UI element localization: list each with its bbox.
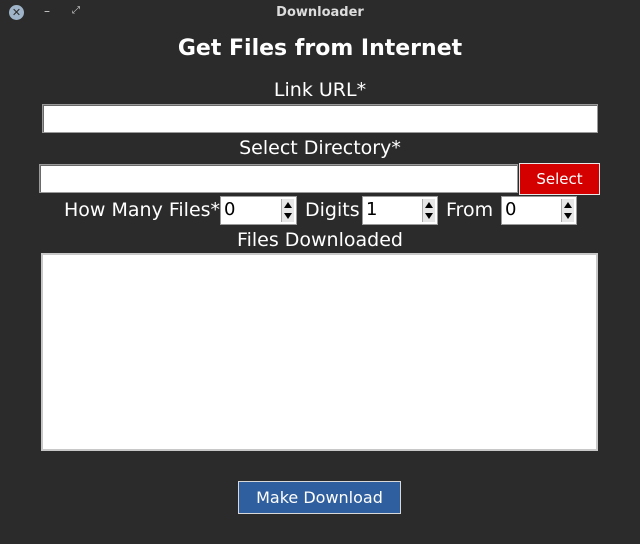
files-downloaded-textarea[interactable] — [41, 253, 598, 451]
directory-label: Select Directory* — [239, 137, 401, 159]
how-many-files-label: How Many Files* — [64, 199, 221, 221]
how-many-files-spinbox[interactable]: 0 — [220, 196, 297, 225]
spin-arrows[interactable] — [422, 199, 435, 222]
arrow-down-icon[interactable] — [564, 213, 572, 219]
how-many-files-value: 0 — [224, 199, 236, 220]
title-bar: ✕ – ⤢ Downloader — [0, 0, 640, 26]
make-download-button[interactable]: Make Download — [238, 481, 401, 514]
page-title: Get Files from Internet — [177, 36, 463, 61]
url-input[interactable] — [42, 104, 598, 133]
downloader-window: ✕ – ⤢ Downloader Get Files from Internet… — [0, 0, 640, 544]
digits-spinbox[interactable]: 1 — [362, 196, 438, 225]
from-label: From — [446, 199, 494, 221]
files-downloaded-label: Files Downloaded — [237, 229, 403, 251]
from-value: 0 — [505, 199, 517, 220]
directory-input[interactable] — [39, 164, 518, 193]
arrow-up-icon[interactable] — [425, 202, 433, 208]
arrow-down-icon[interactable] — [425, 213, 433, 219]
digits-label: Digits — [305, 199, 360, 221]
arrow-down-icon[interactable] — [284, 213, 292, 219]
spin-arrows[interactable] — [561, 199, 574, 222]
window-title: Downloader — [276, 5, 364, 20]
digits-value: 1 — [366, 199, 378, 220]
arrow-up-icon[interactable] — [564, 202, 572, 208]
from-spinbox[interactable]: 0 — [501, 196, 577, 225]
select-directory-button[interactable]: Select — [519, 163, 600, 195]
spin-arrows[interactable] — [281, 199, 294, 222]
url-label: Link URL* — [273, 79, 367, 101]
arrow-up-icon[interactable] — [284, 202, 292, 208]
